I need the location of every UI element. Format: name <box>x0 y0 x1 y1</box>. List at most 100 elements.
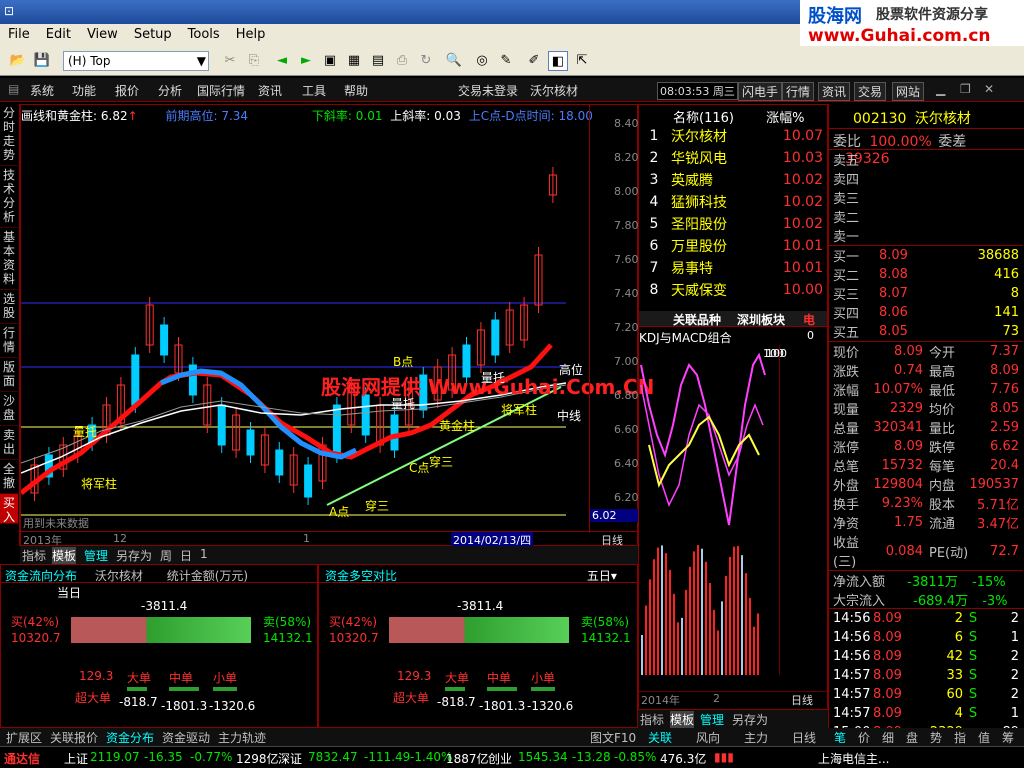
chevron-down-icon[interactable]: ▾ <box>611 569 617 583</box>
back-icon[interactable]: ◄ <box>272 51 292 71</box>
ask-row[interactable]: 卖五 <box>829 150 1023 169</box>
hot-list-row[interactable]: 7 易事特 10.01 <box>639 257 825 279</box>
nav-analysis[interactable]: 分析 <box>158 82 182 99</box>
bid-row[interactable]: 买五 8.05 73 <box>829 322 1023 342</box>
restore-icon[interactable]: ❐ <box>960 82 971 96</box>
hot-list-row[interactable]: 1 沃尔核材 10.07 <box>639 125 825 147</box>
nav-quote[interactable]: 报价 <box>115 82 139 99</box>
search-icon[interactable]: 🔍 <box>444 51 464 71</box>
pin-icon[interactable]: ⇱ <box>572 51 592 71</box>
qtab-pan[interactable]: 盘 <box>906 729 918 746</box>
left-tab-sandbox[interactable]: 沙盘 <box>0 392 18 426</box>
copy-icon[interactable]: ⎘ <box>244 51 264 71</box>
qtab-jia[interactable]: 价 <box>858 729 870 746</box>
window-icon[interactable]: ▤ <box>368 51 388 71</box>
btab-related[interactable]: 关联报价 <box>50 729 98 746</box>
left-tab-intraday[interactable]: 分时走势 <box>0 104 18 166</box>
fund-compare-period[interactable]: 五日 <box>587 569 611 583</box>
left-tab-market[interactable]: 行情 <box>0 324 18 358</box>
draw-icon[interactable]: ✐ <box>524 51 544 71</box>
qtab-bi[interactable]: 笔 <box>834 729 846 746</box>
nav-btn-site[interactable]: 网站 <box>892 82 925 101</box>
save-icon[interactable]: 💾 <box>32 51 52 71</box>
hot-list-row[interactable]: 5 圣阳股份 10.02 <box>639 213 825 235</box>
menu-file[interactable]: File <box>0 24 38 45</box>
left-tab-buy[interactable]: 买入 <box>0 494 18 524</box>
tab-week[interactable]: 周 <box>160 547 172 564</box>
qtab-value[interactable]: 值 <box>978 729 990 746</box>
left-tab-sell[interactable]: 卖出 <box>0 426 18 460</box>
layout-icon[interactable]: ◧ <box>548 51 568 71</box>
btab-f10[interactable]: 图文F10 <box>590 729 636 746</box>
target-icon[interactable]: ◎ <box>472 51 492 71</box>
btab-ext[interactable]: 扩展区 <box>6 729 42 746</box>
kdj-tab-manage[interactable]: 管理 <box>700 711 724 728</box>
hot-list-row[interactable]: 8 天威保变 10.00 <box>639 279 825 301</box>
menu-setup[interactable]: Setup <box>126 24 180 45</box>
nav-help[interactable]: 帮助 <box>344 82 368 99</box>
tab-manage[interactable]: 管理 <box>84 547 108 564</box>
nav-btn-trade[interactable]: 交易 <box>854 82 887 101</box>
btab-main-track[interactable]: 主力轨迹 <box>218 729 266 746</box>
tab-main[interactable]: 主力 <box>744 729 768 746</box>
tab-day[interactable]: 日 <box>180 547 192 564</box>
left-tab-cancel[interactable]: 全撤 <box>0 460 18 494</box>
tab-relation[interactable]: 关联 <box>648 729 672 746</box>
ask-row[interactable]: 卖二 <box>829 207 1023 226</box>
nav-btn-flash[interactable]: 闪电手 <box>738 82 783 101</box>
qtab-chou[interactable]: 筹 <box>1002 729 1014 746</box>
tab-wind[interactable]: 风向 <box>696 729 720 746</box>
layout-combo[interactable]: (H) Top ▼ <box>63 51 209 71</box>
kdj-tab-template[interactable]: 模板 <box>670 711 695 728</box>
ask-row[interactable]: 卖三 <box>829 188 1023 207</box>
tab-1[interactable]: 1 <box>200 547 208 561</box>
tab-template[interactable]: 模板 <box>52 547 77 564</box>
hot-list-row[interactable]: 2 华锐风电 10.03 <box>639 147 825 169</box>
ask-row[interactable]: 卖四 <box>829 169 1023 188</box>
left-tab-layout[interactable]: 版面 <box>0 358 18 392</box>
nav-info[interactable]: 资讯 <box>258 82 282 99</box>
menu-edit[interactable]: Edit <box>38 24 79 45</box>
minimize-icon[interactable]: ▁ <box>936 82 945 96</box>
kdj-tab-indicator[interactable]: 指标 <box>640 711 664 728</box>
chart-icon[interactable]: ▣ <box>320 51 340 71</box>
tab-dayline[interactable]: 日线 <box>792 729 816 746</box>
nav-btn-info[interactable]: 资讯 <box>818 82 851 101</box>
left-tab-fundamentals[interactable]: 基本资料 <box>0 228 18 290</box>
hot-list-row[interactable]: 6 万里股份 10.01 <box>639 235 825 257</box>
qtab-xi[interactable]: 细 <box>882 729 894 746</box>
left-tab-tech[interactable]: 技术分析 <box>0 166 18 228</box>
hot-list-row[interactable]: 3 英威腾 10.02 <box>639 169 825 191</box>
open-icon[interactable]: 📂 <box>8 51 28 71</box>
fund-flow-period[interactable]: 当日 <box>57 586 81 600</box>
menu-help[interactable]: Help <box>228 24 274 45</box>
hot-list-row[interactable]: 4 猛狮科技 10.02 <box>639 191 825 213</box>
kdj-period[interactable]: 日线 <box>791 692 813 708</box>
qtab-shi[interactable]: 势 <box>930 729 942 746</box>
ask-row[interactable]: 卖一 <box>829 226 1023 246</box>
nav-system[interactable]: 系统 <box>30 82 54 99</box>
bid-row[interactable]: 买三 8.07 8 <box>829 284 1023 303</box>
forward-icon[interactable]: ► <box>296 51 316 71</box>
btab-fund-dist[interactable]: 资金分布 <box>106 729 154 746</box>
nav-function[interactable]: 功能 <box>72 82 96 99</box>
tab-indicator[interactable]: 指标 <box>22 547 46 564</box>
qtab-zhi[interactable]: 指 <box>954 729 966 746</box>
bid-row[interactable]: 买一 8.09 38688 <box>829 246 1023 265</box>
server-name[interactable]: 上海电信主... <box>818 750 889 767</box>
kdj-tab-saveas[interactable]: 另存为 <box>732 711 768 728</box>
nav-intl[interactable]: 国际行情 <box>197 82 245 99</box>
print-icon[interactable]: ⎙ <box>392 51 412 71</box>
left-tab-select[interactable]: 选股 <box>0 290 18 324</box>
btab-fund-drive[interactable]: 资金驱动 <box>162 729 210 746</box>
tab-saveas[interactable]: 另存为 <box>116 547 152 564</box>
bid-row[interactable]: 买二 8.08 416 <box>829 265 1023 284</box>
close-icon[interactable]: ✕ <box>984 82 994 96</box>
bid-row[interactable]: 买四 8.06 141 <box>829 303 1023 322</box>
refresh-icon[interactable]: ↻ <box>416 51 436 71</box>
cut-icon[interactable]: ✂ <box>220 51 240 71</box>
grid-icon[interactable]: ▦ <box>344 51 364 71</box>
menu-view[interactable]: View <box>79 24 126 45</box>
menu-tools[interactable]: Tools <box>180 24 228 45</box>
nav-tools[interactable]: 工具 <box>302 82 326 99</box>
